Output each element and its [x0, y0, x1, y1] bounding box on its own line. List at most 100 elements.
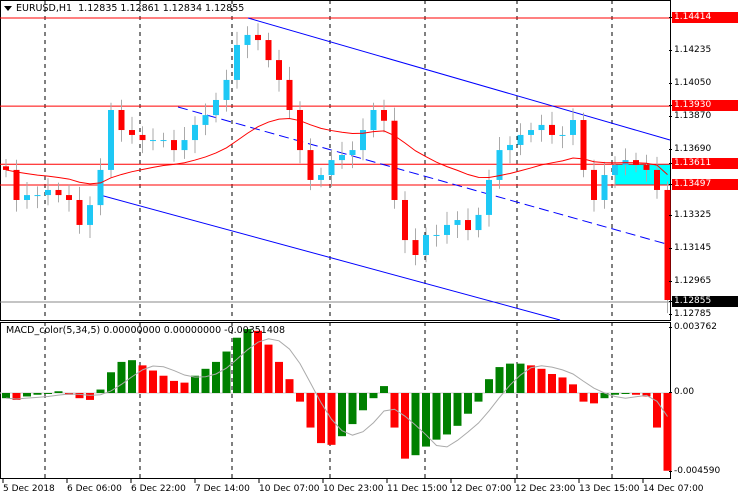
price-axis-label: 1.13145 [668, 243, 712, 254]
macd-bar [380, 386, 388, 393]
candle-body [297, 109, 303, 151]
price-axis-label: 1.14050 [668, 78, 712, 89]
candle-body [381, 109, 387, 121]
candle-body [612, 165, 618, 176]
macd-bar [170, 380, 178, 393]
macd-bar [44, 393, 52, 394]
chart-canvas[interactable] [0, 0, 740, 500]
macd-bar [222, 351, 231, 393]
candle-body [402, 199, 408, 241]
candle-body [517, 134, 524, 145]
candle-body [391, 120, 398, 200]
time-axis-label: 6 Dec 22:00 [131, 484, 186, 494]
candle-body [465, 220, 471, 231]
macd-bar [569, 384, 577, 393]
time-axis-label: 7 Dec 14:00 [195, 484, 250, 494]
candle-body [370, 109, 377, 131]
candle-body [3, 166, 9, 170]
candle-body [118, 109, 125, 131]
macd-bar [338, 393, 346, 437]
macd-bar [75, 393, 84, 399]
candle-body [664, 189, 671, 300]
candle-body [24, 195, 30, 200]
macd-bar [233, 337, 241, 393]
macd-bar [432, 393, 441, 440]
candle-body [643, 165, 650, 170]
macd-bar [348, 393, 357, 425]
macd-bar [159, 375, 168, 393]
price-axis-label: 1.13611 [669, 158, 738, 170]
time-axis-label: 14 Dec 07:00 [643, 484, 704, 494]
candle-body [486, 179, 492, 215]
candle-body [454, 220, 461, 225]
macd-bar [285, 379, 294, 393]
macd-bar [54, 391, 63, 393]
macd-bar [23, 393, 31, 397]
macd-bar [369, 393, 378, 399]
candle-body [244, 34, 251, 45]
time-axis-label: 10 Dec 07:00 [259, 484, 320, 494]
macd-bar [191, 375, 199, 393]
candle-body [276, 60, 282, 80]
time-axis-label: 10 Dec 23:00 [323, 484, 384, 494]
candle-body [444, 224, 450, 235]
macd-bar [264, 344, 273, 393]
macd-bar [359, 393, 367, 411]
macd-bar [579, 393, 588, 402]
macd-bar [2, 393, 10, 399]
price-axis-label: 1.13497 [669, 179, 738, 191]
candle-body [150, 140, 156, 142]
macd-bar [401, 393, 409, 459]
candle-body [318, 175, 324, 180]
macd-bar [390, 393, 399, 428]
candle-body [76, 199, 83, 225]
macd-bar [117, 361, 126, 393]
candle-body [213, 99, 219, 116]
ohlc-values: 1.12835 1.12861 1.12834 1.12855 [78, 3, 245, 14]
candle-body [55, 189, 62, 196]
macd-bar [86, 393, 94, 400]
macd-bar [33, 393, 42, 395]
time-axis-label: 11 Dec 15:00 [387, 484, 448, 494]
candle-body [87, 205, 93, 225]
macd-bar [590, 393, 598, 404]
candle-body [139, 134, 146, 141]
time-axis-label: 12 Dec 23:00 [515, 484, 576, 494]
macd-bar [243, 329, 252, 393]
macd-bar [548, 373, 556, 393]
candle-body [108, 109, 114, 170]
candle-body [349, 150, 356, 155]
price-axis-label: 1.13690 [668, 143, 712, 154]
macd-bar [663, 393, 672, 471]
price-axis-label: 1.12785 [668, 308, 712, 319]
candle-body [181, 140, 188, 151]
price-axis-label: 1.13325 [668, 210, 712, 221]
candle-body [160, 140, 167, 142]
macd-axis-label: 0.003762 [669, 322, 717, 332]
candle-body [654, 169, 660, 190]
price-axis-label: 1.12855 [669, 296, 738, 307]
macd-bar [632, 393, 640, 395]
candle-body [580, 120, 587, 170]
candle-body [412, 240, 419, 256]
candle-body [423, 234, 429, 256]
macd-bar [621, 393, 630, 394]
macd-bar [653, 393, 661, 428]
macd-bar [201, 368, 210, 393]
price-axis-label: 1.14414 [669, 12, 738, 23]
candle-body [549, 124, 555, 135]
candle-body [339, 154, 345, 161]
candle-body [129, 130, 135, 135]
dropdown-triangle-icon[interactable] [4, 6, 12, 11]
candle-body [328, 160, 335, 176]
price-axis-label: 1.13930 [669, 100, 738, 112]
macd-bar [537, 368, 546, 393]
candle-body [13, 169, 20, 200]
macd-axis-label: -0.004590 [668, 466, 721, 477]
macd-bar [558, 377, 567, 393]
macd-bar [443, 393, 451, 435]
chart-header: EURUSD,H1 1.12835 1.12861 1.12834 1.1285… [4, 3, 244, 14]
candle-body [591, 169, 597, 200]
macd-bar [611, 393, 619, 395]
macd-bar [107, 372, 115, 393]
